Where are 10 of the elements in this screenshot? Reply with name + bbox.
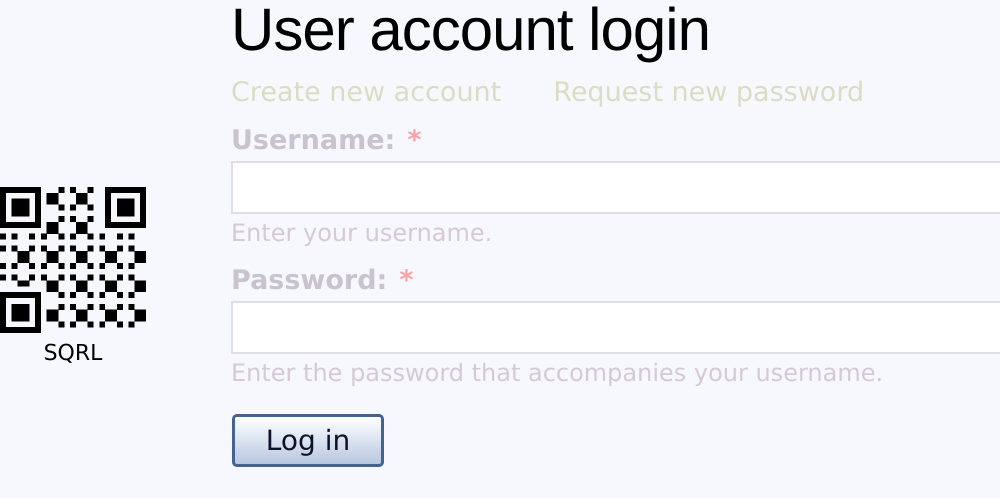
text-field[interactable] [231,301,1000,354]
login-button[interactable]: Log in [232,414,384,467]
qr-caption: SQRL [42,343,104,365]
page-title: User account login [231,0,710,60]
qr-code-icon [0,187,146,333]
nav-link[interactable]: Create new account [231,76,502,110]
required-mark: * [407,124,422,158]
text-field[interactable] [231,161,1000,214]
required-mark: * [399,264,414,298]
nav-link[interactable]: Request new password [553,76,864,110]
